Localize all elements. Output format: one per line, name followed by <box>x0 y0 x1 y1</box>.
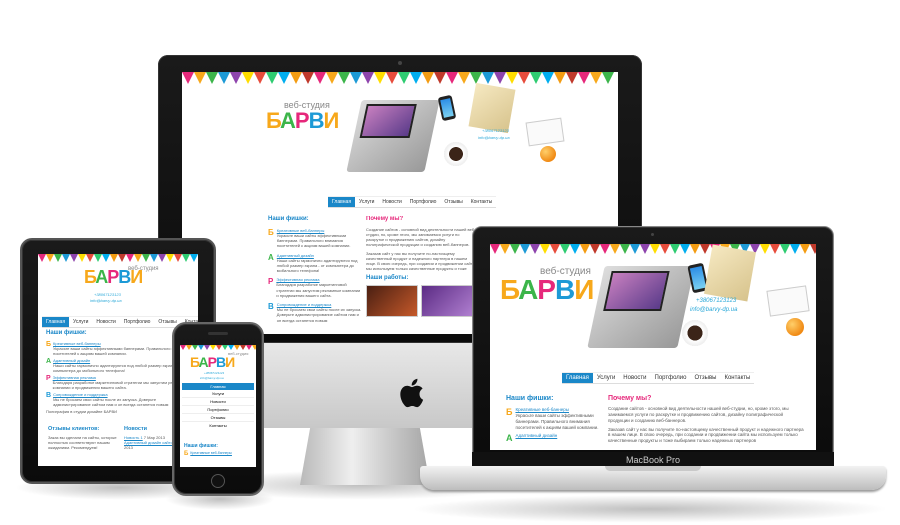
iphone-features: Наши фишки: Б Креативные веб-баннеры <box>184 443 254 459</box>
apple-logo-icon <box>398 378 424 412</box>
why-paragraph: Создание сайтов - основной вид деятельно… <box>608 406 789 423</box>
iphone-main-menu: Главная Услуги Новости Портфолио Отзывы … <box>182 383 254 429</box>
imac-features: Наши фишки: Б Креативные веб-баннеры Укра… <box>268 216 362 323</box>
menu-item-news[interactable]: Новости <box>619 373 650 383</box>
menu-item-portfolio[interactable]: Портфолио <box>651 373 691 383</box>
menu-item-services[interactable]: Услуги <box>69 317 92 327</box>
camera-dot-icon <box>398 61 402 65</box>
header-bunting <box>182 72 614 86</box>
contact-email: info@barvy-dp.ua <box>690 307 738 313</box>
hero-coffee-cup <box>444 142 468 166</box>
menu-item-news[interactable]: Новости <box>182 398 254 406</box>
menu-item-reviews[interactable]: Отзывы <box>440 197 466 207</box>
macbook-why: Почему мы? Создание сайтов - основной ви… <box>608 394 804 450</box>
hero-laptop-image <box>346 100 440 172</box>
feature-link[interactable]: Адаптивный дизайн <box>516 433 558 439</box>
contact-phone: +38067123123 <box>696 298 737 304</box>
menu-item-portfolio[interactable]: Портфолио <box>182 406 254 414</box>
ipad-clients: Отзывы клиентов: Заказ вы сделали на сай… <box>48 426 118 450</box>
features-title: Наши фишки: <box>184 443 218 449</box>
menu-item-services[interactable]: Услуги <box>182 390 254 398</box>
macbook-shadow <box>410 495 890 523</box>
menu-item-portfolio[interactable]: Портфолио <box>120 317 155 327</box>
menu-item-reviews[interactable]: Отзывы <box>690 373 720 383</box>
menu-item-services[interactable]: Услуги <box>355 197 378 207</box>
clients-title: Отзывы клиентов: <box>48 426 100 432</box>
clients-text: Заказ вы сделали на сайты, которые полно… <box>48 434 117 450</box>
menu-item-home[interactable]: Главная <box>42 317 70 327</box>
hero-map-image <box>703 244 757 302</box>
devices-showcase: веб-студия БАРВИ +38067123123 info@barvy… <box>0 0 900 525</box>
features-title: Наши фишки: <box>506 395 554 402</box>
menu-item-news[interactable]: Новости <box>378 197 405 207</box>
macbook-main-menu: Главная Услуги Новости Портфолио Отзывы … <box>562 372 755 384</box>
header-bunting <box>490 244 816 258</box>
iphone-speaker <box>208 332 228 335</box>
site-logo[interactable]: БАРВИ <box>500 276 594 304</box>
why-paragraph: Создание сайтов - основной вид деятельно… <box>366 226 476 248</box>
camera-dot-icon <box>651 233 654 236</box>
feature-item: А Адаптивный дизайн Наши сайты гармонично… <box>268 253 362 274</box>
hero-map-image <box>468 82 516 134</box>
hero-orange <box>786 318 804 336</box>
menu-item-home[interactable]: Главная <box>182 383 254 390</box>
menu-item-services[interactable]: Услуги <box>593 373 619 383</box>
contact-phone: +38067123123 <box>204 371 225 375</box>
feature-item: Б Креативные веб-баннеры Украсьте ваши са… <box>268 228 362 249</box>
works-title: Наши работы: <box>366 274 409 281</box>
why-paragraph: Заказав сайт у нас вы получите по-настоя… <box>366 250 475 271</box>
partners-text: Полиграфия в студии дизайне БАРВИ <box>46 408 118 414</box>
feature-link[interactable]: Креативные веб-баннеры <box>190 451 232 455</box>
macbook-base <box>420 466 886 490</box>
feature-item: Б Креативные веб-баннеры <box>184 451 232 458</box>
site-logo[interactable]: БАРВИ <box>266 110 339 132</box>
macbook-screen: веб-студия БАРВИ +38067123123 info@barvy… <box>490 244 816 450</box>
hero-laptop-image <box>587 266 695 348</box>
menu-item-home[interactable]: Главная <box>562 373 593 383</box>
menu-item-home[interactable]: Главная <box>328 197 356 207</box>
why-title: Почему мы? <box>366 216 404 222</box>
contact-email: info@barvy-dp.ua <box>90 298 122 303</box>
menu-item-reviews[interactable]: Отзывы <box>182 414 254 422</box>
work-thumbnail[interactable] <box>366 285 418 318</box>
contact-phone: +38067123123 <box>482 128 509 133</box>
menu-item-contacts[interactable]: Контакты <box>182 422 254 429</box>
contact-email: info@barvy-dp.ua <box>200 376 224 380</box>
site-logo[interactable]: БАРВИ <box>84 268 143 286</box>
work-thumbnail[interactable] <box>421 285 473 318</box>
why-paragraph: Заказав сайт у нас вы получите по-настоя… <box>608 426 804 444</box>
hero-coffee-cup <box>682 320 708 346</box>
contact-email: info@barvy-dp.ua <box>478 135 510 140</box>
feature-item: Б Креативные веб-баннеры Украсьте ваши сай… <box>506 407 602 430</box>
menu-item-news[interactable]: Новости <box>92 317 119 327</box>
iphone-screen: веб-студия БАРВИ +38067123123 info@barvy… <box>180 345 256 467</box>
header-bunting <box>38 254 198 268</box>
menu-item-contacts[interactable]: Контакты <box>720 373 754 383</box>
macbook-features: Наши фишки: Б Креативные веб-баннеры Украс… <box>506 394 602 445</box>
site-logo[interactable]: БАРВИ <box>190 355 235 369</box>
menu-item-portfolio[interactable]: Портфолио <box>406 197 441 207</box>
hero-orange <box>540 146 556 162</box>
hero-phone-image <box>437 94 457 122</box>
feature-item: В Сопровождение и поддержка Мы не бросаем… <box>268 302 362 323</box>
works-gallery <box>366 285 476 318</box>
hero-envelope-image <box>525 117 565 147</box>
feature-item: А Адаптивный дизайн <box>506 433 558 444</box>
hero-envelope-image <box>766 285 810 317</box>
imac-main-menu: Главная Услуги Новости Портфолио Отзывы … <box>328 196 497 208</box>
features-title: Наши фишки: <box>268 216 309 222</box>
contact-phone: +38067123123 <box>94 292 121 297</box>
imac-why: Почему мы? Создание сайтов - основной ви… <box>366 216 476 334</box>
feature-item: Р Эффективная реклама Благодаря разработк… <box>268 277 361 298</box>
menu-item-contacts[interactable]: Контакты <box>467 197 497 207</box>
why-title: Почему мы? <box>608 395 652 402</box>
home-button-icon[interactable] <box>211 474 225 488</box>
